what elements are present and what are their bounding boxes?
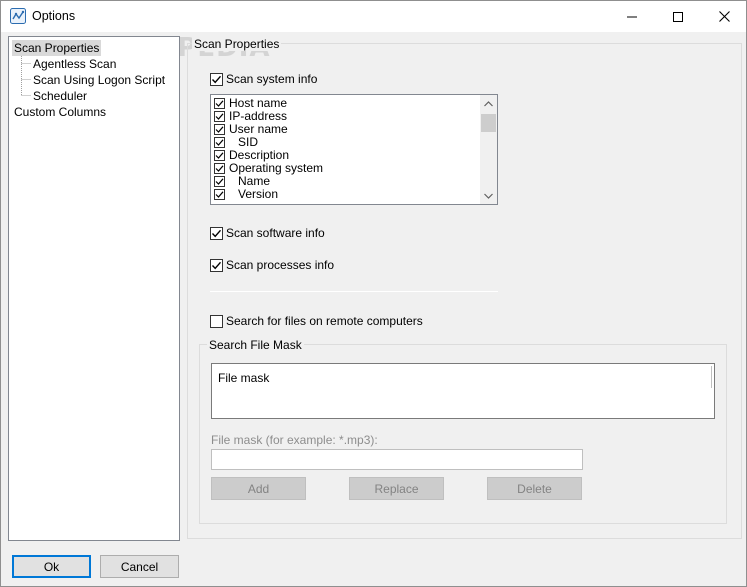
- checkmark-icon: [210, 226, 223, 240]
- scan-properties-group-title: Scan Properties: [192, 37, 282, 51]
- search-files-label: Search for files on remote computers: [226, 314, 423, 328]
- checkmark-icon: [210, 72, 223, 86]
- maximize-button[interactable]: [655, 1, 701, 32]
- file-mask-list-header: File mask: [218, 371, 270, 385]
- file-mask-input-label: File mask (for example: *.mp3):: [211, 433, 378, 447]
- close-button[interactable]: [701, 1, 747, 32]
- scan-processes-info-checkbox[interactable]: Scan processes info: [210, 257, 334, 273]
- window-title: Options: [32, 9, 76, 23]
- tree-item-scan-using-logon-script[interactable]: Scan Using Logon Script: [31, 72, 167, 88]
- search-file-mask-group-title: Search File Mask: [207, 338, 304, 352]
- checkmark-icon: [214, 163, 225, 174]
- checkmark-icon: [214, 150, 225, 161]
- listbox-scrollbar[interactable]: [480, 95, 497, 204]
- scroll-down-arrow-icon[interactable]: [480, 187, 497, 204]
- checkmark-icon: [214, 176, 225, 187]
- tree-item-scheduler[interactable]: Scheduler: [31, 88, 89, 104]
- scan-software-info-label: Scan software info: [226, 226, 325, 240]
- text-caret: [711, 366, 712, 388]
- network-scanner-icon: [10, 8, 26, 24]
- close-icon: [718, 11, 730, 22]
- checkbox-empty-icon: [210, 314, 223, 328]
- system-info-listbox[interactable]: Host name IP-address User name SID Descr…: [210, 94, 498, 205]
- checkmark-icon: [210, 258, 223, 272]
- tree-item-scan-properties[interactable]: Scan Properties: [12, 40, 102, 56]
- tree-item-custom-columns[interactable]: Custom Columns: [12, 104, 108, 120]
- scan-processes-info-label: Scan processes info: [226, 258, 335, 272]
- delete-button[interactable]: Delete: [487, 477, 582, 500]
- options-tree[interactable]: Scan Properties Agentless Scan Scan Usin…: [8, 36, 180, 541]
- checkmark-icon: [214, 111, 225, 122]
- ok-button[interactable]: Ok: [12, 555, 91, 578]
- file-mask-input[interactable]: [211, 449, 583, 470]
- cancel-button[interactable]: Cancel: [100, 555, 179, 578]
- tree-item-agentless-scan[interactable]: Agentless Scan: [31, 56, 118, 72]
- minimize-icon: [627, 16, 637, 17]
- scan-system-info-label: Scan system info: [226, 72, 318, 86]
- replace-button[interactable]: Replace: [349, 477, 444, 500]
- checkmark-icon: [214, 124, 225, 135]
- file-mask-list[interactable]: File mask: [211, 363, 715, 419]
- minimize-button[interactable]: [609, 1, 655, 32]
- checkmark-icon: [214, 189, 225, 200]
- maximize-icon: [673, 11, 683, 22]
- checkmark-icon: [214, 137, 225, 148]
- scan-system-info-checkbox[interactable]: Scan system info: [210, 71, 317, 87]
- options-window: Options SOFTPEDIA Scan Properties Agentl…: [0, 0, 747, 587]
- scroll-up-arrow-icon[interactable]: [480, 95, 497, 112]
- add-button[interactable]: Add: [211, 477, 306, 500]
- scrollbar-thumb[interactable]: [481, 114, 496, 132]
- scan-software-info-checkbox[interactable]: Scan software info: [210, 225, 325, 241]
- checkmark-icon: [214, 98, 225, 109]
- list-item[interactable]: Version: [214, 188, 278, 201]
- search-files-checkbox[interactable]: Search for files on remote computers: [210, 313, 423, 329]
- title-bar[interactable]: Options: [1, 1, 746, 32]
- separator: [210, 291, 498, 292]
- list-item-label: Version: [238, 187, 279, 201]
